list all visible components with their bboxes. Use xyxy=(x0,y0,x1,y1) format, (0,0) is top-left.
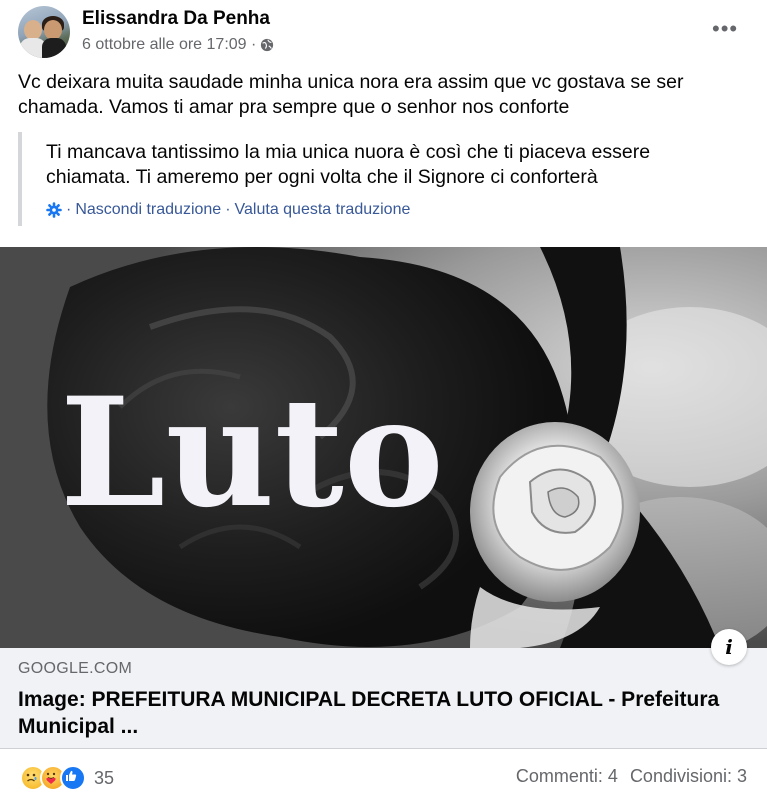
post-footer: 35 Commenti: 4 Condivisioni: 3 xyxy=(0,748,767,806)
post-stats: Commenti: 4 Condivisioni: 3 xyxy=(516,766,747,787)
reaction-count: 35 xyxy=(94,767,115,788)
info-icon[interactable]: i xyxy=(711,629,747,665)
like-reaction-icon xyxy=(60,765,86,791)
reactions-summary[interactable]: 35 xyxy=(20,765,114,791)
comments-count[interactable]: Commenti: 4 xyxy=(516,766,618,787)
post-timestamp[interactable]: 6 ottobre alle ore 17:09 · xyxy=(82,36,256,54)
translation-links: · Nascondi traduzione · Valuta questa tr… xyxy=(46,201,410,219)
separator-dot: · xyxy=(225,201,231,218)
hide-translation-link[interactable]: Nascondi traduzione xyxy=(75,201,221,219)
post-header: Elissandra Da Penha 6 ottobre alle ore 1… xyxy=(0,0,767,62)
author-avatar[interactable] xyxy=(18,6,70,58)
luto-overlay-text: Luto xyxy=(60,365,444,541)
post-meta: 6 ottobre alle ore 17:09 · xyxy=(82,36,274,54)
separator-dot: · xyxy=(66,201,72,218)
mourning-rose-illustration: Luto xyxy=(0,247,767,648)
link-domain: GOOGLE.COM xyxy=(18,660,133,677)
link-title[interactable]: Image: PREFEITURA MUNICIPAL DECRETA LUTO… xyxy=(18,686,748,740)
translated-text: Ti mancava tantissimo la mia unica nuora… xyxy=(46,141,651,188)
shared-image[interactable]: Luto xyxy=(0,247,767,648)
translation-block: Ti mancava tantissimo la mia unica nuora… xyxy=(18,132,752,226)
shares-count[interactable]: Condivisioni: 3 xyxy=(630,766,747,787)
link-preview[interactable]: GOOGLE.COM Image: PREFEITURA MUNICIPAL D… xyxy=(0,648,767,748)
author-name[interactable]: Elissandra Da Penha xyxy=(82,8,270,30)
post-body-text: Vc deixara muita saudade minha unica nor… xyxy=(18,71,684,118)
rate-translation-link[interactable]: Valuta questa traduzione xyxy=(235,201,411,219)
globe-icon xyxy=(261,38,274,52)
gear-icon[interactable] xyxy=(46,202,62,218)
more-options-icon[interactable]: ••• xyxy=(712,18,738,40)
